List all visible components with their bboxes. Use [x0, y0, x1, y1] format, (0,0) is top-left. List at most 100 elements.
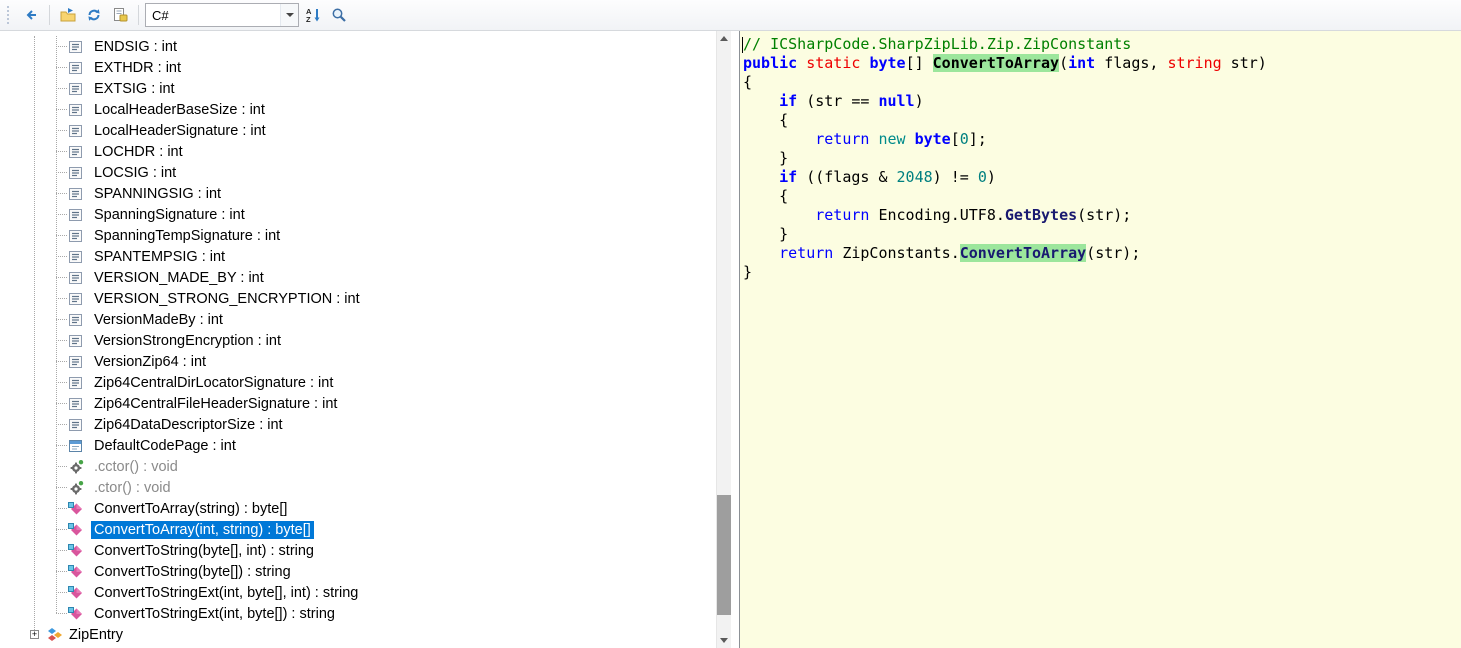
sort-icon: A Z [306, 7, 320, 23]
code-token: ) != [932, 168, 978, 186]
assembly-list-button[interactable] [108, 3, 132, 27]
code-token: ZipConstants. [833, 244, 960, 262]
toolbar-separator [49, 5, 50, 25]
tree-scrollbar[interactable] [716, 31, 731, 648]
tree-item-label: DefaultCodePage : int [94, 437, 236, 454]
tree-item[interactable]: SPANNINGSIG : int [8, 183, 717, 204]
code-token: (str == [797, 92, 879, 110]
back-button[interactable] [19, 3, 43, 27]
tree-item-label: VersionZip64 : int [94, 353, 207, 370]
tree-item[interactable]: SpanningTempSignature : int [8, 225, 717, 246]
tree-item[interactable]: ZipEntry [8, 624, 717, 645]
tree-item[interactable]: EXTHDR : int [8, 57, 717, 78]
tree-item-label: SPANTEMPSIG : int [94, 248, 226, 265]
code-panel[interactable]: // ICSharpCode.SharpZipLib.Zip.ZipConsta… [739, 31, 1461, 648]
tree-item[interactable]: LocalHeaderSignature : int [8, 120, 717, 141]
panel-splitter[interactable] [731, 31, 739, 648]
tree-item[interactable]: SpanningSignature : int [8, 204, 717, 225]
literal-field-icon [68, 417, 84, 433]
literal-field-icon [68, 249, 84, 265]
refresh-button[interactable] [82, 3, 106, 27]
method-icon [68, 543, 84, 559]
tree-item-label: LOCHDR : int [94, 143, 183, 160]
code-line: { [743, 73, 1453, 92]
code-token: byte [914, 130, 951, 148]
literal-field-icon [68, 291, 84, 307]
tree-item[interactable]: VERSION_MADE_BY : int [8, 267, 717, 288]
tree-item[interactable]: VersionStrongEncryption : int [8, 330, 717, 351]
tree-item[interactable]: VERSION_STRONG_ENCRYPTION : int [8, 288, 717, 309]
language-selector[interactable]: C# [145, 3, 299, 27]
code-view[interactable]: // ICSharpCode.SharpZipLib.Zip.ZipConsta… [740, 31, 1461, 282]
tree-item[interactable]: ConvertToString(byte[]) : string [8, 561, 717, 582]
tree-item-label: Zip64DataDescriptorSize : int [94, 416, 283, 433]
tree-item-label: ConvertToStringExt(int, byte[], int) : s… [94, 584, 359, 601]
constructor-icon [68, 480, 84, 496]
tree-item-label: ConvertToString(byte[], int) : string [94, 542, 314, 559]
tree-item[interactable]: VersionZip64 : int [8, 351, 717, 372]
decompiler-window: C# A Z ENDSIG : int EXTHDR: int EXTSIG … [0, 0, 1461, 648]
member-tree[interactable]: ENDSIG : int EXTHDR : int EXTSIG : int Loca… [8, 36, 717, 648]
code-line: { [743, 187, 1453, 206]
tree-item[interactable]: ConvertToStringExt(int, byte[], int) : s… [8, 582, 717, 603]
method-icon [68, 522, 84, 538]
literal-field-icon [68, 333, 84, 349]
tree-item[interactable]: Zip64CentralFileHeaderSignature : int [8, 393, 717, 414]
tree-item[interactable]: LocalHeaderBaseSize : int [8, 99, 717, 120]
tree-item-label: ENDSIG : int [94, 38, 177, 55]
tree-item-label: SPANNINGSIG : int [94, 185, 222, 202]
tree-item[interactable]: SPANTEMPSIG : int [8, 246, 717, 267]
scrollbar-down-arrow[interactable] [717, 633, 731, 648]
tree-item[interactable]: VersionMadeBy : int [8, 309, 717, 330]
tree-item[interactable]: ENDSIG : int [8, 36, 717, 57]
scrollbar-thumb[interactable] [717, 495, 731, 615]
code-token: public [743, 54, 798, 72]
tree-item[interactable]: LOCHDR : int [8, 141, 717, 162]
tree-item[interactable]: Zip64DataDescriptorSize : int [8, 414, 717, 435]
toolbar-separator [138, 5, 139, 25]
code-token: 0 [977, 168, 987, 186]
method-icon [68, 606, 84, 622]
expander-plus-icon[interactable] [30, 630, 39, 639]
code-line: if ((flags & 2048) != 0) [743, 168, 1453, 187]
code-line: } [743, 263, 1453, 282]
tree-item[interactable]: .cctor() : void [8, 456, 717, 477]
scrollbar-up-arrow[interactable] [717, 31, 731, 46]
tree-panel: ENDSIG : int EXTHDR : int EXTSIG : int Loca… [0, 31, 731, 648]
literal-field-icon [68, 312, 84, 328]
literal-field-icon [68, 144, 84, 160]
tree-item-label: EXTSIG : int [94, 80, 175, 97]
tree-item-label: .cctor() : void [94, 458, 178, 475]
tree-item[interactable]: Zip64CentralDirLocatorSignature : int [8, 372, 717, 393]
search-button[interactable] [327, 3, 351, 27]
open-file-button[interactable] [56, 3, 80, 27]
code-token: (str); [1086, 244, 1141, 262]
tree-item[interactable]: ConvertToArray(string) : byte[] [8, 498, 717, 519]
tree-item[interactable]: ConvertToStringExt(int, byte[]) : string [8, 603, 717, 624]
tree-item[interactable]: EXTSIG : int [8, 78, 717, 99]
tree-item-label: VERSION_STRONG_ENCRYPTION : int [94, 290, 360, 307]
sort-button[interactable]: A Z [301, 3, 325, 27]
method-icon [68, 501, 84, 517]
literal-field-icon [68, 186, 84, 202]
field-icon [68, 438, 84, 454]
code-token: ) [986, 168, 996, 186]
tree-item[interactable]: ConvertToString(byte[], int) : string [8, 540, 717, 561]
code-token: ((flags & [797, 168, 897, 186]
code-token: ( [1059, 54, 1069, 72]
literal-field-icon [68, 81, 84, 97]
tree-item[interactable]: ConvertToArray(int, string) : byte[] [8, 519, 717, 540]
literal-field-icon [68, 396, 84, 412]
code-token: ) [914, 92, 924, 110]
tree-item[interactable]: .ctor() : void [8, 477, 717, 498]
tree-item-label: ConvertToArray(int, string) : byte[] [91, 520, 314, 539]
tree-item-label: VersionStrongEncryption : int [94, 332, 281, 349]
tree-item[interactable]: DefaultCodePage : int [8, 435, 717, 456]
code-token: int [1068, 54, 1096, 72]
tree-item[interactable]: LOCSIG : int [8, 162, 717, 183]
chevron-down-icon[interactable] [280, 4, 298, 26]
